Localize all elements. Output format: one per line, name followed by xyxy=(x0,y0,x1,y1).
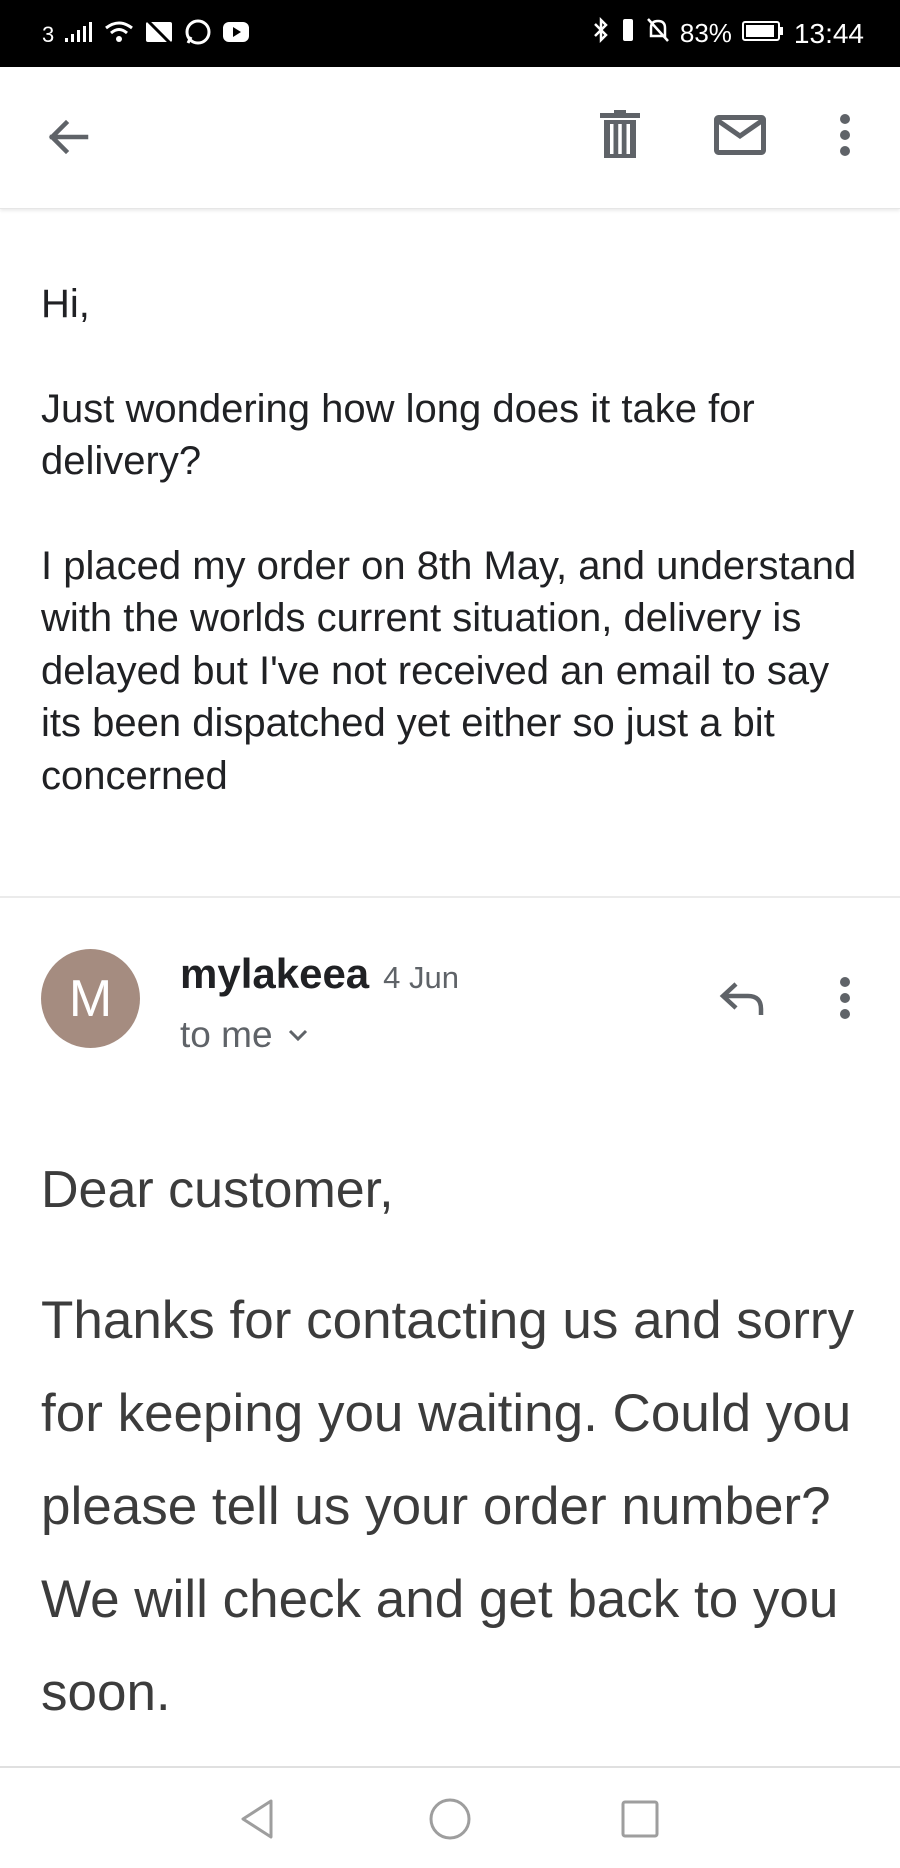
message-more-button[interactable] xyxy=(820,970,870,1026)
paragraph-spacer xyxy=(41,331,871,383)
recipient-label: to me xyxy=(180,1014,273,1055)
app-bar xyxy=(0,67,900,209)
message-date: 4 Jun xyxy=(383,960,460,995)
status-bar: 3 83% 13:44 xyxy=(0,0,900,67)
back-button[interactable] xyxy=(36,109,100,165)
message-paragraph: Just wondering how long does it take for… xyxy=(41,386,755,484)
status-left-group: 3 xyxy=(42,18,250,51)
original-message-body: Hi, Just wondering how long does it take… xyxy=(41,278,871,802)
vibrate-icon xyxy=(620,17,636,50)
nav-recents-button[interactable] xyxy=(615,1794,665,1844)
bluetooth-icon xyxy=(592,16,610,51)
message-divider xyxy=(0,896,900,898)
status-right-group: 83% 13:44 xyxy=(592,16,864,51)
clock: 13:44 xyxy=(793,17,864,49)
avatar[interactable]: M xyxy=(41,949,140,1048)
mail-icon xyxy=(714,115,766,155)
signal-icon xyxy=(64,21,94,48)
reply-body: Thanks for contacting us and sorry for k… xyxy=(41,1291,855,1722)
avatar-letter: M xyxy=(68,969,113,1028)
message-paragraph: Hi, xyxy=(41,282,90,326)
more-vert-icon xyxy=(840,114,850,156)
youtube-icon xyxy=(222,20,250,49)
delete-button[interactable] xyxy=(592,107,648,163)
more-options-button[interactable] xyxy=(820,107,870,163)
sender-name[interactable]: mylakeea xyxy=(180,950,369,998)
paragraph-spacer xyxy=(41,488,871,540)
no-image-icon xyxy=(144,18,174,50)
recents-square-icon xyxy=(621,1800,659,1838)
alarm-off-icon xyxy=(646,17,670,50)
whatsapp-icon xyxy=(184,18,212,51)
sender-line: mylakeea 4 Jun xyxy=(180,950,459,998)
nav-home-button[interactable] xyxy=(425,1794,475,1844)
message-paragraph: I placed my order on 8th May, and unders… xyxy=(41,543,857,798)
arrow-left-icon xyxy=(48,119,89,155)
carrier-label: 3 xyxy=(42,21,55,47)
chevron-down-icon xyxy=(288,1029,307,1042)
reply-button[interactable] xyxy=(712,970,772,1026)
back-triangle-icon xyxy=(241,1799,273,1839)
mark-unread-button[interactable] xyxy=(710,107,770,163)
wifi-icon xyxy=(104,20,134,49)
home-circle-icon xyxy=(429,1798,471,1840)
battery-icon xyxy=(741,18,784,49)
delete-icon xyxy=(600,110,640,158)
reply-salutation: Dear customer, xyxy=(41,1161,394,1219)
recipient-details-toggle[interactable]: to me xyxy=(180,1014,309,1056)
navigation-bar xyxy=(0,1766,900,1868)
reply-icon xyxy=(719,982,764,1015)
more-vert-icon xyxy=(840,977,850,1019)
battery-percent: 83% xyxy=(679,18,732,48)
nav-back-button[interactable] xyxy=(232,1794,282,1844)
